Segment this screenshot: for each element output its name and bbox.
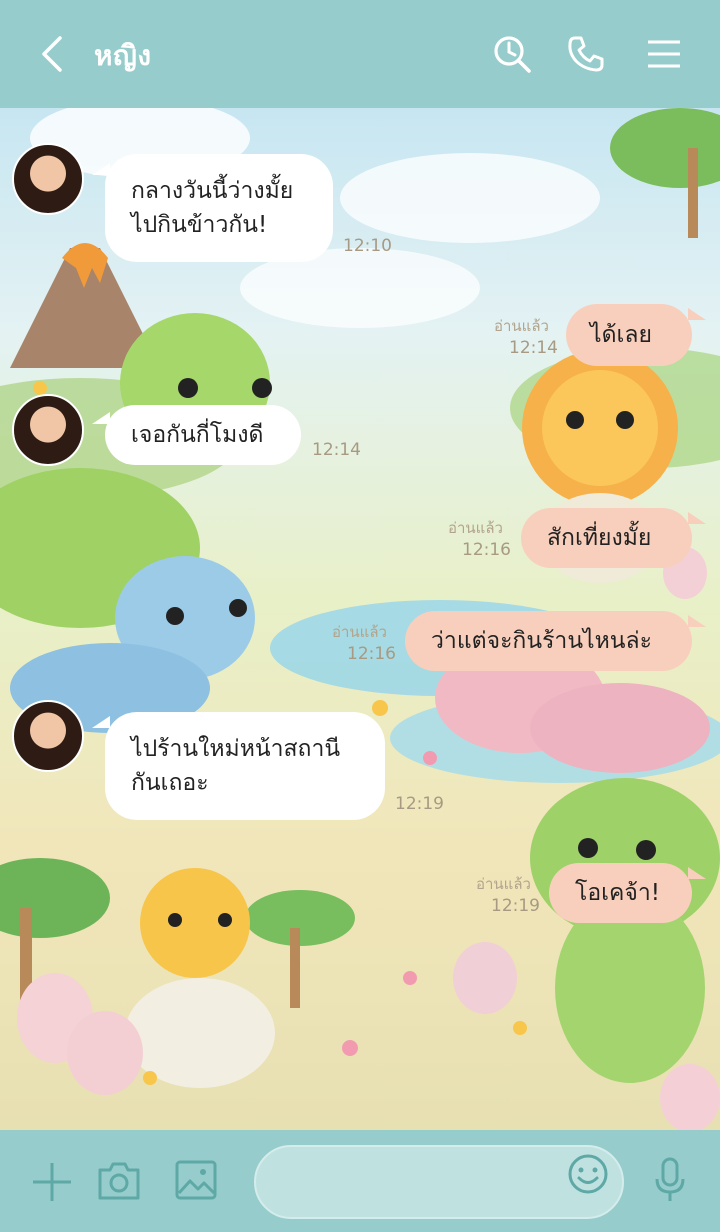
- microphone-icon[interactable]: [646, 1156, 694, 1204]
- message-time: 12:14: [312, 440, 361, 460]
- read-receipt: อ่านแล้ว: [448, 519, 503, 537]
- message-bubble-incoming[interactable]: กลางวันนี้ว่างมั้ย ไปกินข้าวกัน!: [105, 154, 333, 262]
- contact-avatar[interactable]: [12, 143, 84, 215]
- bubble-tail: [688, 615, 706, 627]
- message-bubble-outgoing[interactable]: โอเคจ้า!: [549, 863, 692, 923]
- message-bubble-incoming[interactable]: ไปร้านใหม่หน้าสถานี กันเถอะ: [105, 712, 385, 820]
- message-time: 12:10: [343, 236, 392, 256]
- search-icon[interactable]: [488, 30, 536, 78]
- read-receipt: อ่านแล้ว: [476, 875, 531, 893]
- contact-name[interactable]: หญิง: [94, 34, 152, 78]
- composer-bar: [0, 1130, 720, 1232]
- camera-icon[interactable]: [95, 1156, 143, 1204]
- message-time: 12:16: [347, 644, 396, 664]
- bubble-tail: [688, 308, 706, 320]
- bubble-tail: [92, 716, 110, 728]
- read-receipt: อ่านแล้ว: [332, 623, 387, 641]
- chat-area[interactable]: กลางวันนี้ว่างมั้ย ไปกินข้าวกัน! 12:10 อ…: [0, 108, 720, 1130]
- bubble-tail: [688, 867, 706, 879]
- contact-avatar[interactable]: [12, 394, 84, 466]
- message-time: 12:19: [491, 896, 540, 916]
- bubble-tail: [688, 512, 706, 524]
- message-time: 12:14: [509, 338, 558, 358]
- chat-header: หญิง: [0, 0, 720, 108]
- message-bubble-outgoing[interactable]: ได้เลย: [566, 304, 692, 366]
- message-time: 12:19: [395, 794, 444, 814]
- plus-icon[interactable]: [28, 1158, 76, 1206]
- message-bubble-outgoing[interactable]: ว่าแต่จะกินร้านไหนล่ะ: [405, 611, 692, 671]
- emoji-icon[interactable]: [566, 1152, 610, 1196]
- back-chevron-icon[interactable]: [30, 30, 74, 78]
- message-time: 12:16: [462, 540, 511, 560]
- read-receipt: อ่านแล้ว: [494, 317, 549, 335]
- menu-icon[interactable]: [640, 30, 688, 78]
- contact-avatar[interactable]: [12, 700, 84, 772]
- image-icon[interactable]: [172, 1156, 220, 1204]
- phone-icon[interactable]: [562, 30, 610, 78]
- message-bubble-outgoing[interactable]: สักเที่ยงมั้ย: [521, 508, 692, 568]
- message-input-field[interactable]: [256, 1147, 556, 1217]
- message-bubble-incoming[interactable]: เจอกันกี่โมงดี: [105, 405, 301, 465]
